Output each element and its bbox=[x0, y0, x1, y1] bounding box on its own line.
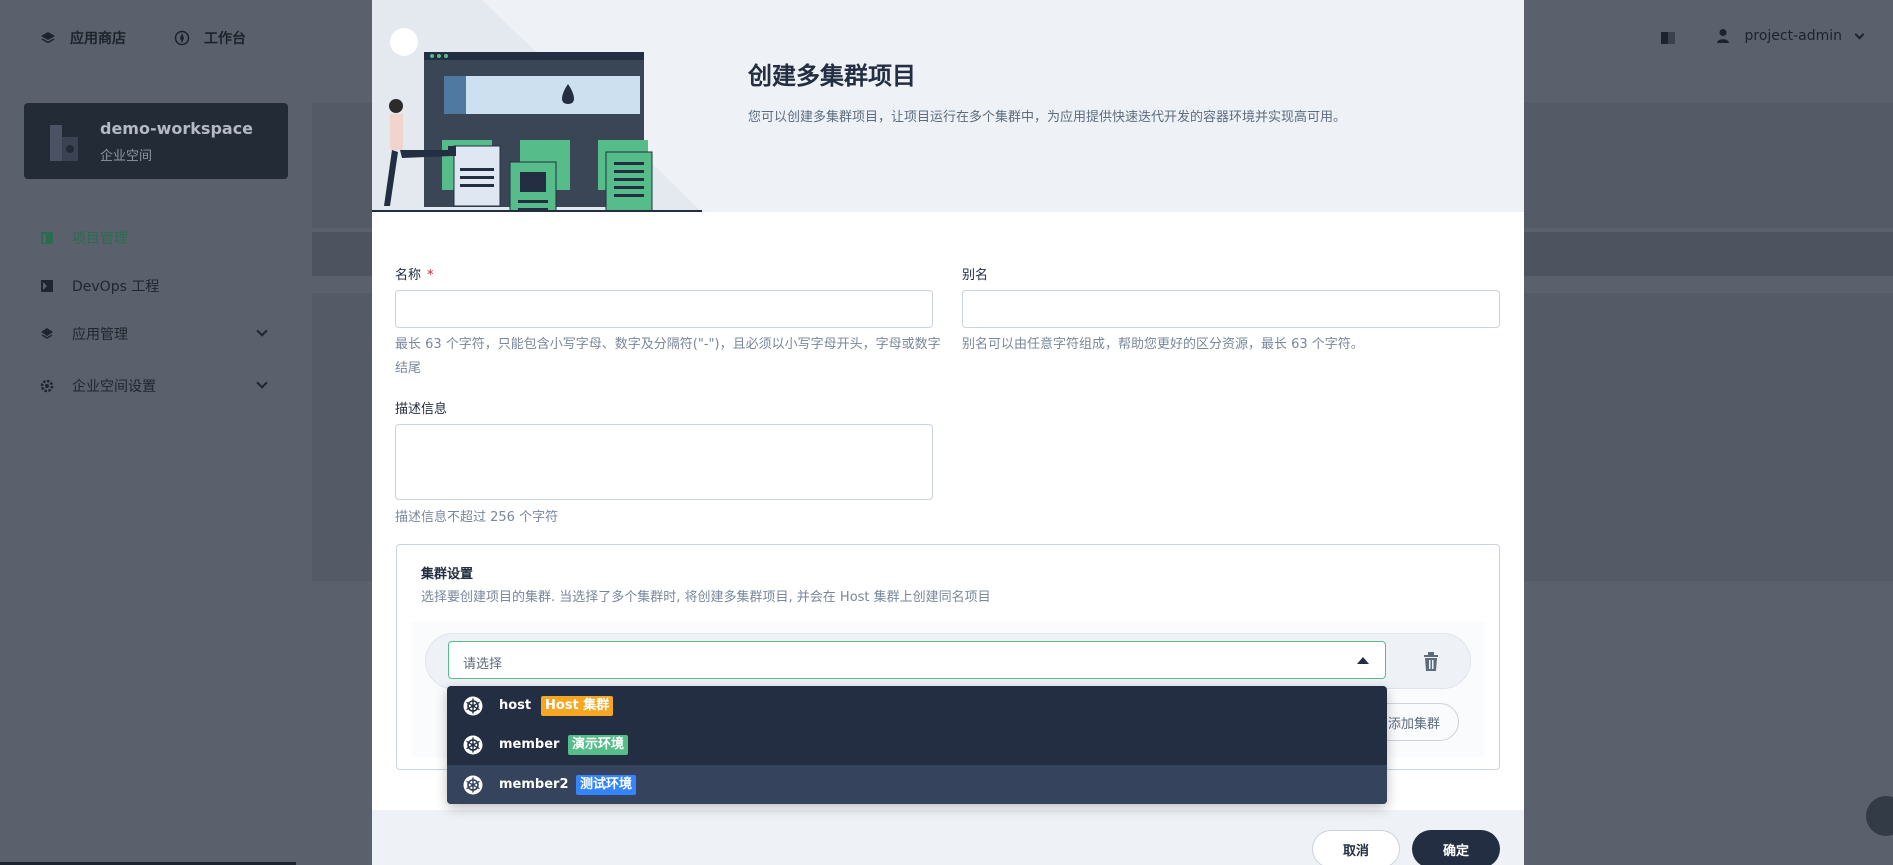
chevron-down-icon bbox=[256, 325, 268, 337]
modal-description: 您可以创建多集群项目，让项目运行在多个集群中，为应用提供快速迭代开发的容器环境并… bbox=[748, 110, 1347, 125]
required-mark: * bbox=[427, 268, 434, 283]
caret-up-icon bbox=[1357, 657, 1369, 664]
sidebar-item-apps[interactable]: 应用管理 bbox=[40, 310, 272, 358]
sidebar-item-label: 应用管理 bbox=[72, 327, 128, 343]
cluster-option-name: member bbox=[499, 737, 560, 752]
modal-footer: 取消 确定 bbox=[372, 810, 1524, 865]
description-hint: 描述信息不超过 256 个字符 bbox=[395, 510, 559, 525]
sidebar-item-label: DevOps 工程 bbox=[72, 279, 160, 295]
name-input[interactable] bbox=[395, 290, 933, 328]
sidebar-item-projects[interactable]: 项目管理 bbox=[40, 214, 272, 262]
alias-input[interactable] bbox=[962, 290, 1500, 328]
cancel-label: 取消 bbox=[1342, 843, 1369, 859]
cluster-option-tag: Host 集群 bbox=[541, 695, 614, 716]
kubernetes-icon bbox=[463, 696, 483, 716]
header-illustration bbox=[372, 0, 702, 212]
cluster-option-name: host bbox=[499, 698, 532, 713]
kubernetes-icon bbox=[463, 735, 483, 755]
gear-icon bbox=[40, 379, 54, 393]
alias-label: 别名 bbox=[962, 268, 989, 283]
cluster-settings-title: 集群设置 bbox=[421, 567, 474, 582]
cluster-dropdown: host Host 集群 member 演示环境 member2 测试环境 bbox=[447, 686, 1387, 804]
cluster-option-name: member2 bbox=[499, 777, 569, 792]
sidebar-item-workspace-settings[interactable]: 企业空间设置 bbox=[40, 362, 272, 410]
cluster-row: 请选择 bbox=[425, 633, 1471, 689]
name-hint: 最长 63 个字符，只能包含小写字母、数字及分隔符("-")，且必须以小写字母开… bbox=[395, 337, 941, 376]
chevron-down-icon bbox=[1854, 29, 1865, 39]
workspace-type: 企业空间 bbox=[100, 149, 153, 164]
building-icon bbox=[50, 125, 78, 161]
add-cluster-label: 添加集群 bbox=[1387, 716, 1440, 732]
cluster-option-tag: 演示环境 bbox=[568, 734, 629, 755]
user-name: project-admin bbox=[1744, 28, 1842, 44]
create-multicluster-project-modal: 创建多集群项目 您可以创建多集群项目，让项目运行在多个集群中，为应用提供快速迭代… bbox=[372, 0, 1524, 865]
cluster-settings-description: 选择要创建项目的集群. 当选择了多个集群时, 将创建多集群项目, 并会在 Hos… bbox=[421, 590, 991, 605]
trash-icon[interactable] bbox=[1422, 652, 1440, 672]
cluster-option-member2[interactable]: member2 测试环境 bbox=[447, 765, 1387, 804]
confirm-label: 确定 bbox=[1442, 843, 1469, 859]
layers-icon bbox=[41, 32, 55, 44]
select-placeholder: 请选择 bbox=[463, 657, 503, 672]
help-button[interactable] bbox=[1866, 796, 1893, 836]
nav-app-store-label: 应用商店 bbox=[70, 31, 126, 47]
modal-header: 创建多集群项目 您可以创建多集群项目，让项目运行在多个集群中，为应用提供快速迭代… bbox=[372, 0, 1524, 212]
modal-title: 创建多集群项目 bbox=[748, 62, 916, 90]
sidebar-item-devops[interactable]: DevOps 工程 bbox=[40, 262, 272, 310]
cluster-option-host[interactable]: host Host 集群 bbox=[447, 686, 1387, 725]
sidebar: 项目管理 DevOps 工程 应用管理 企业空间设置 bbox=[40, 214, 272, 410]
cluster-option-tag: 测试环境 bbox=[576, 774, 637, 795]
description-label: 描述信息 bbox=[395, 402, 448, 417]
name-label: 名称 * bbox=[395, 264, 434, 283]
user-menu[interactable]: project-admin bbox=[1716, 28, 1865, 44]
workspace-name: demo-workspace bbox=[100, 119, 254, 138]
nav-workbench[interactable]: 工作台 bbox=[174, 28, 246, 48]
notification-icon[interactable] bbox=[1660, 31, 1676, 45]
alias-hint: 别名可以由任意字符组成，帮助您更好的区分资源，最长 63 个字符。 bbox=[962, 337, 1364, 352]
cluster-select[interactable]: 请选择 bbox=[448, 641, 1386, 679]
project-icon bbox=[41, 232, 53, 244]
cluster-option-member[interactable]: member 演示环境 bbox=[447, 725, 1387, 764]
cancel-button[interactable]: 取消 bbox=[1312, 830, 1400, 865]
compass-icon bbox=[174, 30, 190, 46]
sidebar-item-label: 企业空间设置 bbox=[72, 379, 156, 395]
confirm-button[interactable]: 确定 bbox=[1412, 830, 1500, 865]
workspace-card[interactable]: demo-workspace 企业空间 bbox=[24, 103, 288, 179]
user-icon bbox=[1717, 29, 1730, 43]
chevron-down-icon bbox=[256, 377, 268, 389]
nav-app-store[interactable]: 应用商店 bbox=[40, 28, 126, 48]
nav-workbench-label: 工作台 bbox=[204, 31, 246, 47]
devops-icon bbox=[41, 280, 53, 292]
layers-icon bbox=[41, 328, 53, 339]
kubernetes-icon bbox=[463, 775, 483, 795]
description-textarea[interactable] bbox=[395, 424, 933, 500]
sidebar-item-label: 项目管理 bbox=[72, 231, 128, 247]
name-label-text: 名称 bbox=[395, 268, 422, 283]
